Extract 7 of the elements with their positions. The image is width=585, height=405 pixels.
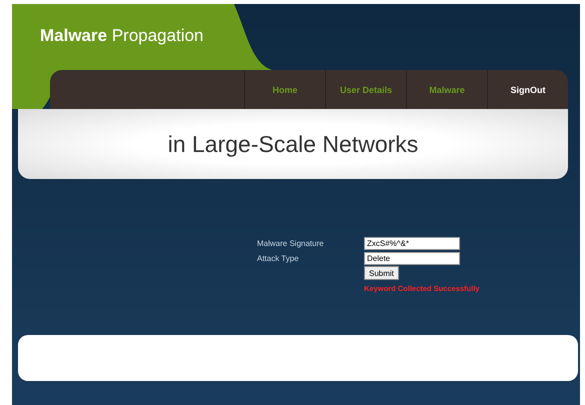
field-label: Attack Type xyxy=(257,254,300,262)
submit-button[interactable]: Submit xyxy=(364,266,399,280)
field-label: Malware Signature xyxy=(257,238,325,248)
banner-title: in Large-Scale Networks xyxy=(168,130,418,158)
input-field[interactable]: Delete xyxy=(364,252,460,264)
site-title: Malware Propagation xyxy=(40,26,204,46)
input-field[interactable]: ZxcS#%^&* xyxy=(364,236,460,250)
